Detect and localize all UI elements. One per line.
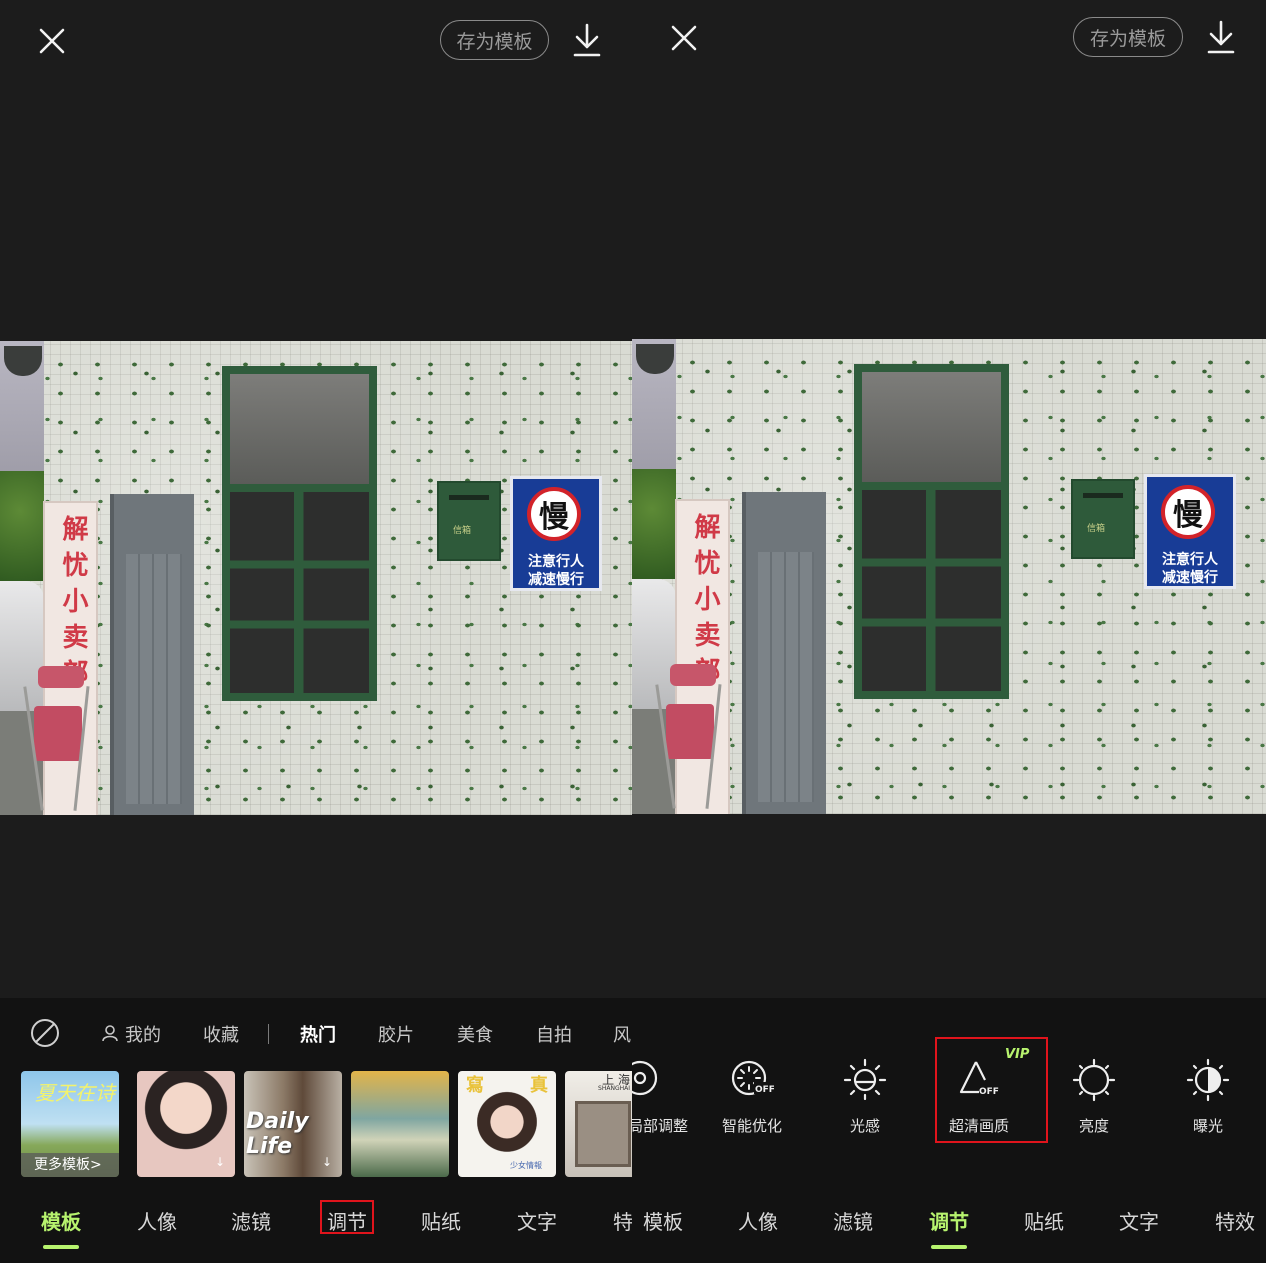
more-templates-link[interactable]: 更多模板>: [34, 1154, 102, 1174]
brightness-icon: [1072, 1058, 1116, 1102]
active-tab-indicator: [43, 1245, 79, 1249]
tab-template[interactable]: 模板: [643, 1206, 683, 1235]
tab-portrait[interactable]: 人像: [738, 1206, 778, 1235]
category-favorites[interactable]: 收藏: [203, 1021, 239, 1047]
download-badge-icon: ↓: [214, 1155, 225, 1169]
category-film[interactable]: 胶片: [378, 1021, 414, 1047]
tab-text[interactable]: 文字: [517, 1206, 557, 1235]
tab-adjust[interactable]: 调节: [929, 1206, 969, 1235]
template-thumb-portrait[interactable]: ↓: [137, 1071, 235, 1177]
pink-folding-chair: [655, 664, 722, 809]
background-tree: [0, 471, 44, 581]
tab-effects[interactable]: 特效: [1215, 1206, 1255, 1235]
active-tab-indicator: [931, 1245, 967, 1249]
category-divider: [268, 1024, 269, 1044]
download-badge-icon: ↓: [321, 1155, 332, 1169]
close-icon[interactable]: [668, 22, 700, 54]
tab-text[interactable]: 文字: [1119, 1206, 1159, 1235]
tab-filter[interactable]: 滤镜: [231, 1206, 271, 1235]
highlight-box-adjust-tab: [320, 1200, 374, 1234]
download-icon[interactable]: [1204, 19, 1238, 55]
template-thumb-daily-life[interactable]: Daily Life ↓: [244, 1071, 342, 1177]
local-adjust-icon: [632, 1060, 658, 1096]
no-effect-icon[interactable]: [29, 1017, 61, 1049]
exposure-icon: [1186, 1058, 1230, 1102]
template-thumb-shanghai[interactable]: 上 海 SHANGHAI: [565, 1071, 632, 1177]
highlight-box-hd-quality: [935, 1037, 1048, 1143]
grey-door: [742, 492, 826, 814]
template-thumb-summer[interactable]: 夏天在诗 更多模板>: [21, 1071, 119, 1177]
tab-portrait[interactable]: 人像: [137, 1206, 177, 1235]
template-thumb-sunset-building[interactable]: [351, 1071, 449, 1177]
category-food[interactable]: 美食: [457, 1021, 493, 1047]
right-editor-screen: 存为模板 解忧小卖部 信箱 慢 注意行人 减速慢行 局部调整 OFF 智能优化 …: [632, 0, 1266, 1263]
tab-sticker[interactable]: 贴纸: [1024, 1206, 1064, 1235]
left-editor-screen: 存为模板 解忧小卖部 信箱 慢 注意行人 减速慢行 我的 收藏 热门 胶片 美食…: [0, 0, 632, 1263]
save-as-template-button[interactable]: 存为模板: [440, 20, 549, 60]
svg-text:OFF: OFF: [755, 1085, 774, 1095]
photo-preview: 解忧小卖部 信箱 慢 注意行人 减速慢行: [632, 339, 1266, 814]
photo-preview: 解忧小卖部 信箱 慢 注意行人 减速慢行: [0, 341, 632, 815]
smart-optimize-icon: OFF: [731, 1060, 774, 1096]
tab-effects[interactable]: 特: [613, 1206, 632, 1235]
light-sense-icon: [843, 1058, 887, 1100]
tab-sticker[interactable]: 贴纸: [421, 1206, 461, 1235]
mailbox: 信箱: [437, 481, 501, 561]
tab-template[interactable]: 模板: [41, 1206, 81, 1235]
download-icon[interactable]: [570, 22, 604, 58]
background-tree: [632, 469, 676, 579]
grey-door: [110, 494, 194, 815]
mailbox: 信箱: [1071, 479, 1135, 559]
category-mine[interactable]: 我的: [125, 1021, 161, 1047]
green-window: [222, 366, 377, 701]
green-window: [854, 364, 1009, 699]
save-as-template-button[interactable]: 存为模板: [1073, 17, 1183, 57]
tab-filter[interactable]: 滤镜: [833, 1206, 873, 1235]
category-style[interactable]: 风: [613, 1021, 631, 1047]
category-selfie[interactable]: 自拍: [536, 1021, 572, 1047]
template-thumb-girl-photo[interactable]: 寫 真 少女情報: [458, 1071, 556, 1177]
pink-folding-chair: [23, 666, 90, 811]
slow-down-sign: 慢 注意行人 减速慢行: [1144, 474, 1236, 589]
close-icon[interactable]: [36, 25, 68, 57]
category-hot[interactable]: 热门: [300, 1021, 336, 1047]
slow-down-sign: 慢 注意行人 减速慢行: [510, 476, 602, 591]
user-icon: [100, 1023, 120, 1043]
